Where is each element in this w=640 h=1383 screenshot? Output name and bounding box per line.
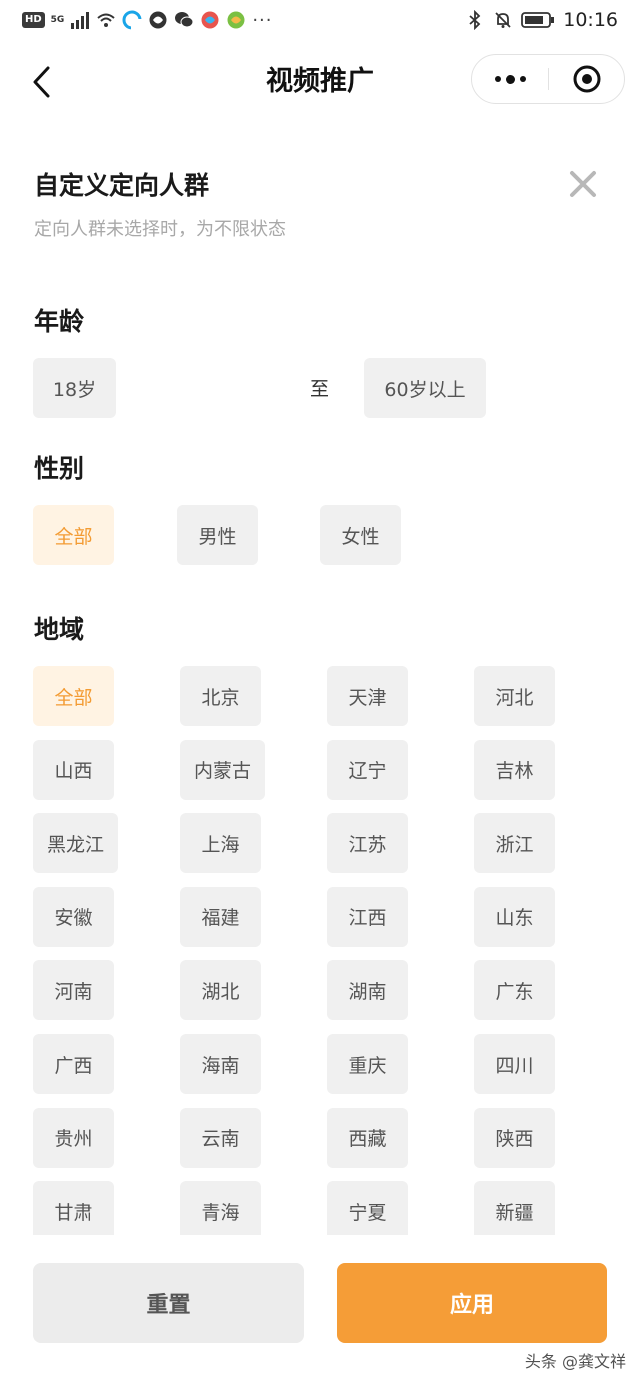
more-button[interactable] <box>472 55 548 103</box>
status-bar-right: 10:16 <box>465 9 618 31</box>
app-notification-icon <box>201 11 219 29</box>
app-notification-icon <box>122 10 143 30</box>
region-option[interactable]: 湖北 <box>180 960 261 1021</box>
region-option[interactable]: 全部 <box>33 666 114 726</box>
region-option[interactable]: 江苏 <box>327 813 408 874</box>
gender-option[interactable]: 全部 <box>33 505 114 565</box>
close-panel-button[interactable] <box>566 167 600 201</box>
clock: 10:16 <box>563 9 618 31</box>
gender-option[interactable]: 女性 <box>320 505 401 565</box>
region-option[interactable]: 黑龙江 <box>33 813 119 874</box>
battery-icon <box>521 12 555 28</box>
region-option[interactable]: 山东 <box>474 886 555 947</box>
region-option[interactable]: 安徽 <box>33 886 114 947</box>
more-notifications: ··· <box>252 9 273 31</box>
status-bar-left: HD 5G ··· <box>22 9 273 31</box>
region-option[interactable]: 贵州 <box>33 1107 114 1168</box>
gender-section-title: 性别 <box>34 454 85 483</box>
region-option[interactable]: 福建 <box>180 886 261 947</box>
region-options: 全部 北京 天津 河北山西 内蒙古 辽宁 吉林黑龙江 上海 江苏 浙江安徽 福建 江西 山东河南 湖北 湖南… <box>0 665 640 1235</box>
wifi-icon <box>97 13 115 27</box>
region-option[interactable]: 云南 <box>180 1107 261 1168</box>
watermark: 头条 @龚文祥 <box>524 1352 626 1371</box>
mute-bell-icon <box>495 12 511 28</box>
nav-bar: 视频推广 <box>0 40 640 124</box>
region-option[interactable]: 西藏 <box>327 1107 408 1168</box>
panel-subtitle: 定向人群未选择时，为不限状态 <box>34 219 286 240</box>
region-option[interactable]: 河南 <box>33 960 114 1021</box>
region-option[interactable]: 辽宁 <box>327 739 408 800</box>
region-option[interactable]: 北京 <box>180 666 261 726</box>
region-option[interactable]: 海南 <box>180 1034 261 1094</box>
status-bar: HD 5G ··· 10:16 <box>0 0 640 40</box>
age-section-title: 年龄 <box>34 307 85 336</box>
region-option[interactable]: 山西 <box>33 739 114 800</box>
region-option[interactable]: 吉林 <box>474 739 555 800</box>
reset-button[interactable]: 重置 <box>33 1263 304 1343</box>
age-to-select[interactable]: 60岁以上 <box>364 358 486 418</box>
panel-title: 自定义定向人群 <box>34 171 210 200</box>
region-option[interactable]: 重庆 <box>327 1034 408 1094</box>
target-close-icon <box>573 65 601 93</box>
signal-icon <box>71 12 90 29</box>
region-option[interactable]: 新疆 <box>474 1181 555 1235</box>
gender-option[interactable]: 男性 <box>177 505 258 565</box>
miniprogram-capsule <box>471 54 625 104</box>
region-option[interactable]: 江西 <box>327 886 408 947</box>
apply-button[interactable]: 应用 <box>337 1263 607 1343</box>
bluetooth-icon <box>469 10 481 30</box>
region-section-title: 地域 <box>34 615 85 644</box>
more-dot-icon <box>494 76 501 82</box>
region-option[interactable]: 宁夏 <box>327 1181 408 1235</box>
age-range-separator: 至 <box>310 378 330 400</box>
region-option[interactable]: 河北 <box>474 666 555 726</box>
close-icon <box>570 171 596 197</box>
app-notification-icon <box>149 11 167 29</box>
network-type: 5G <box>50 15 65 25</box>
app-notification-icon <box>227 11 245 29</box>
region-option[interactable]: 内蒙古 <box>180 739 266 800</box>
more-dot-icon <box>505 74 515 84</box>
region-option[interactable]: 甘肃 <box>33 1181 114 1235</box>
region-option[interactable]: 浙江 <box>474 813 555 874</box>
region-option[interactable]: 湖南 <box>327 960 408 1021</box>
footer-actions: 重置 应用 头条 @龚文祥 <box>0 1236 640 1383</box>
region-option[interactable]: 青海 <box>180 1181 261 1235</box>
hd-badge: HD <box>22 12 45 28</box>
region-option[interactable]: 上海 <box>180 813 261 874</box>
region-option[interactable]: 天津 <box>327 666 408 726</box>
region-option[interactable]: 广西 <box>33 1034 114 1094</box>
wechat-icon <box>175 12 194 28</box>
more-dot-icon <box>519 76 526 82</box>
close-miniprogram-button[interactable] <box>549 55 625 103</box>
region-option[interactable]: 四川 <box>474 1034 555 1094</box>
region-option[interactable]: 陕西 <box>474 1107 555 1168</box>
region-option[interactable]: 广东 <box>474 960 555 1021</box>
age-from-select[interactable]: 18岁 <box>33 358 116 418</box>
